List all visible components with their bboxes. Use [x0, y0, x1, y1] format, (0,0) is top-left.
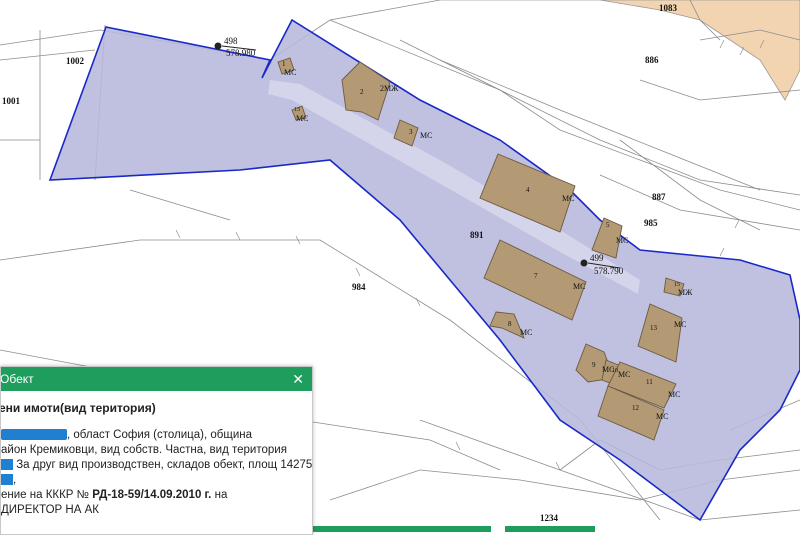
- parcel-label-1083: 1083: [659, 3, 677, 13]
- building-11-use: МС: [668, 390, 681, 399]
- building-12-use: МС: [656, 412, 669, 421]
- popup-body: ени имоти(вид територия) , област София …: [1, 391, 312, 518]
- parcel-label-1002: 1002: [66, 56, 84, 66]
- building-1-number: 1: [282, 60, 286, 68]
- popup-line-5: ение на КККР № РД-18-59/14.09.2010 г. на: [1, 489, 228, 501]
- parcel-label-891: 891: [470, 230, 484, 240]
- popup-line-2: айон Кремиковци, вид собств. Частна, вид…: [1, 444, 287, 456]
- parcel-label-1234: 1234: [540, 513, 558, 523]
- building-2-use: 2МЖ: [380, 84, 399, 93]
- building-1-use: МС: [284, 68, 297, 77]
- building-4-use: МС: [562, 194, 575, 203]
- building-13-number: 13: [650, 324, 657, 332]
- building-4-number: 4: [526, 186, 530, 194]
- building-10-use: МС: [618, 370, 631, 379]
- building-12-number: 12: [632, 404, 639, 412]
- building-13-use: МС: [674, 320, 687, 329]
- building-9-number: 9: [592, 361, 596, 369]
- neighbor-parcel-886[interactable]: [440, 0, 800, 101]
- popup-line-4: ,: [1, 473, 312, 488]
- survey-point-499-value: 578.790: [594, 266, 624, 276]
- object-info-popup[interactable]: Обект ✕ ени имоти(вид територия) , облас…: [0, 366, 313, 535]
- popup-line-3: За друг вид производствен, складов обект…: [1, 458, 312, 473]
- redacted-block-small: [1, 459, 13, 471]
- survey-point-499-id: 499: [590, 253, 604, 263]
- redacted-block: [1, 429, 67, 441]
- building-5-number: 5: [606, 221, 610, 229]
- survey-point-498-id: 498: [224, 36, 238, 46]
- parcel-label-886: 886: [645, 55, 659, 65]
- popup-line-1: , област София (столица), община: [1, 428, 312, 443]
- survey-point-499[interactable]: [580, 259, 588, 267]
- redacted-block-small: [1, 474, 13, 486]
- parcel-label-887: 887: [652, 192, 666, 202]
- bottom-bar-left: [311, 526, 491, 532]
- building-3-number: 3: [409, 128, 413, 136]
- building-3-use: МС: [420, 131, 433, 140]
- building-14-use: МС: [296, 114, 309, 123]
- building-11-number: 11: [646, 378, 653, 386]
- popup-title: Обект: [0, 372, 34, 386]
- building-8-number: 8: [508, 320, 512, 328]
- survey-point-498-value: 578.980: [226, 48, 256, 58]
- parcel-label-1001: 1001: [2, 96, 20, 106]
- building-7-use: МС: [573, 282, 586, 291]
- popup-subtitle: ени имоти(вид територия): [0, 401, 156, 415]
- popup-header: Обект ✕: [1, 367, 312, 391]
- building-15-use: МЖ: [678, 288, 693, 297]
- close-icon[interactable]: ✕: [292, 367, 304, 391]
- bottom-bar-right: [505, 526, 595, 532]
- popup-line-6: ДИРЕКТОР НА АК: [1, 504, 99, 516]
- building-7-number: 7: [534, 272, 538, 280]
- survey-point-498[interactable]: [214, 42, 222, 50]
- parcel-label-985: 985: [644, 218, 658, 228]
- order-number[interactable]: РД-18-59/14.09.2010 г.: [92, 489, 211, 501]
- building-5-use: МС: [616, 236, 629, 245]
- building-2-number: 2: [360, 88, 364, 96]
- building-8-use: МС: [520, 328, 533, 337]
- building-14-number: 13: [294, 107, 300, 113]
- parcel-label-984: 984: [352, 282, 366, 292]
